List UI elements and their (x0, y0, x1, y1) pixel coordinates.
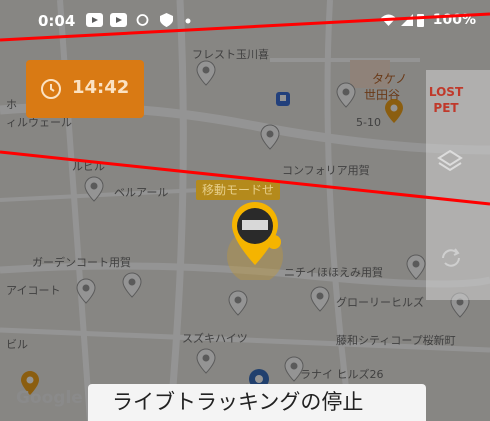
annotation-lines (0, 12, 490, 206)
stop-live-tracking-sheet[interactable]: ライブトラッキングの停止 (88, 384, 426, 421)
sheet-title: ライブトラッキングの停止 (112, 390, 364, 414)
